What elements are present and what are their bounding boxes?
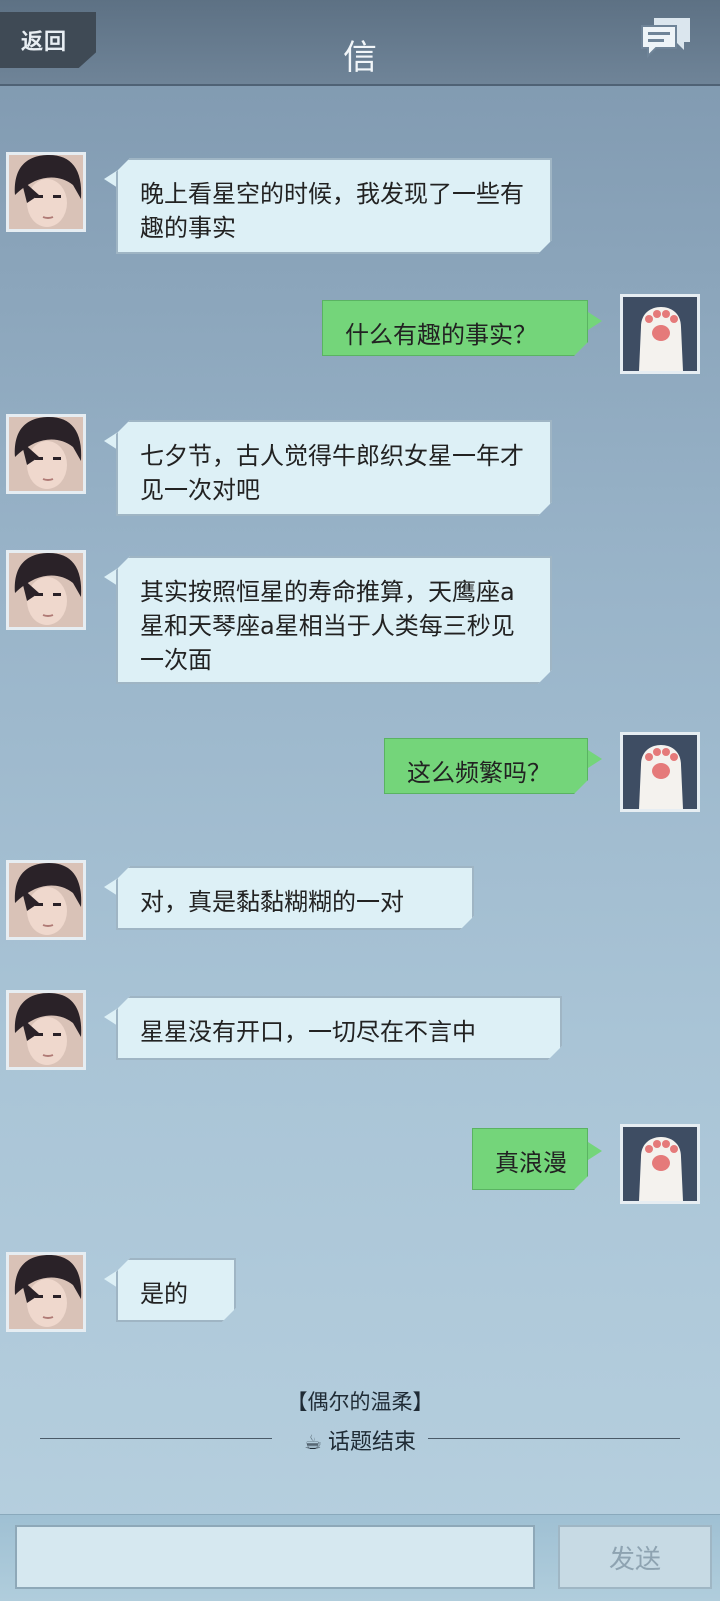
contact-avatar[interactable] <box>6 414 86 494</box>
message-input[interactable] <box>15 1525 535 1589</box>
message-text: 星星没有开口，一切尽在不言中 <box>140 1018 476 1046</box>
message-text: 这么频繁吗？ <box>407 759 551 787</box>
bubble-tail <box>588 750 602 768</box>
bubble-tail <box>104 878 118 896</box>
message-bubble-incoming: 对，真是黏黏糊糊的一对 <box>116 866 474 930</box>
message-bubble-incoming: 其实按照恒星的寿命推算，天鹰座a星和天琴座a星相当于人类每三秒见一次面 <box>116 556 552 684</box>
message-bubble-incoming: 是的 <box>116 1258 236 1322</box>
bubble-tail <box>104 1270 118 1288</box>
message-text: 真浪漫 <box>495 1149 567 1177</box>
bubble-tail <box>104 568 118 586</box>
message-text: 什么有趣的事实？ <box>345 321 537 349</box>
message-text: 对，真是黏黏糊糊的一对 <box>140 888 404 916</box>
message-bubble-incoming: 七夕节，古人觉得牛郎织女星一年才见一次对吧 <box>116 420 552 516</box>
bubble-tail <box>588 312 602 330</box>
message-bubble-incoming: 晚上看星空的时候，我发现了一些有趣的事实 <box>116 158 552 254</box>
contact-avatar[interactable] <box>6 860 86 940</box>
topic-end-label: ☕ 话题结束 <box>0 1424 720 1456</box>
message-bubble-outgoing: 什么有趣的事实？ <box>322 300 588 356</box>
user-avatar[interactable] <box>620 732 700 812</box>
send-button[interactable]: 发送 <box>558 1525 712 1589</box>
top-bar: 返回 信 <box>0 0 720 86</box>
user-avatar[interactable] <box>620 1124 700 1204</box>
message-text: 晚上看星空的时候，我发现了一些有趣的事实 <box>140 180 524 242</box>
topic-title: 【偶尔的温柔】 <box>286 1390 434 1414</box>
user-avatar[interactable] <box>620 294 700 374</box>
coffee-cup-icon: ☕ <box>304 1430 322 1454</box>
message-text: 是的 <box>140 1280 188 1308</box>
message-text: 七夕节，古人觉得牛郎织女星一年才见一次对吧 <box>140 442 524 504</box>
contact-avatar[interactable] <box>6 1252 86 1332</box>
message-bubble-outgoing: 这么频繁吗？ <box>384 738 588 794</box>
contact-avatar[interactable] <box>6 550 86 630</box>
bubble-tail <box>588 1142 602 1160</box>
composer-bar: 发送 <box>0 1514 720 1601</box>
message-text: 其实按照恒星的寿命推算，天鹰座a星和天琴座a星相当于人类每三秒见一次面 <box>140 578 515 674</box>
message-bubble-outgoing: 真浪漫 <box>472 1128 588 1190</box>
page-title: 信 <box>343 38 377 78</box>
bubble-tail <box>104 432 118 450</box>
message-bubble-incoming: 星星没有开口，一切尽在不言中 <box>116 996 562 1060</box>
topic-end-text: 话题结束 <box>327 1430 416 1455</box>
contact-avatar[interactable] <box>6 990 86 1070</box>
bubble-tail <box>104 170 118 188</box>
bubble-tail <box>104 1008 118 1026</box>
contact-avatar[interactable] <box>6 152 86 232</box>
chat-bubbles-icon[interactable] <box>640 16 694 60</box>
